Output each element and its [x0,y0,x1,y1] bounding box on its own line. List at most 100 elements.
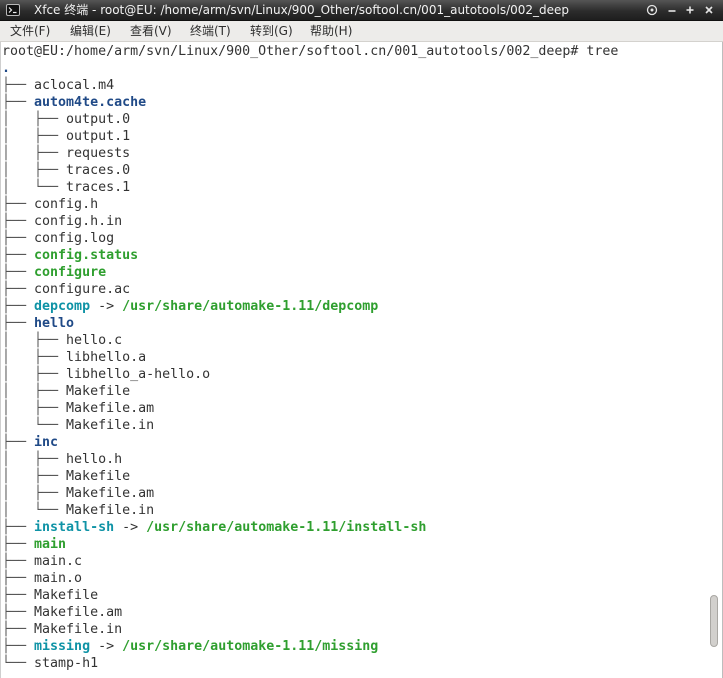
maximize-icon[interactable] [684,4,696,16]
file-entry: Makefile.in [66,503,155,518]
terminal-window: Xfce 终端 - root@EU: /home/arm/svn/Linux/9… [0,0,723,678]
file-entry: config.h.in [34,214,123,229]
executable-entry: main [34,537,67,552]
tree-branch: ├── [2,571,35,586]
window-title: Xfce 终端 - root@EU: /home/arm/svn/Linux/9… [34,3,570,17]
tree-branch: ├── [2,299,35,314]
tree-line: │ ├── output.0 [2,111,618,128]
tree-line: │ └── Makefile.in [2,417,618,434]
file-entry: traces.0 [66,163,131,178]
tree-branch: ├── [2,537,35,552]
tree-branch: │ ├── [2,486,67,501]
tree-line: │ └── traces.1 [2,179,618,196]
command-text: tree [586,44,619,59]
tree-branch: ├── [2,248,35,263]
file-entry: config.h [34,197,99,212]
symlink-arrow: -> [98,299,115,314]
tree-branch: ├── [2,520,35,535]
file-entry: hello.h [66,452,123,467]
symlink-arrow: -> [122,520,139,535]
tree-branch: ├── [2,282,35,297]
file-entry: configure.ac [34,282,131,297]
tree-branch: ├── [2,622,35,637]
tree-line: │ ├── Makefile [2,383,618,400]
scrollbar[interactable] [710,44,718,676]
file-entry: output.0 [66,112,131,127]
tree-line: ├── configure [2,264,618,281]
menu-edit[interactable]: 编辑(E) [70,21,130,41]
tree-line: ├── Makefile.in [2,621,618,638]
file-entry: Makefile [66,384,131,399]
tree-line: ├── config.h.in [2,213,618,230]
tree-branch: ├── [2,95,35,110]
tree-branch: │ ├── [2,333,67,348]
tree-branch: ├── [2,265,35,280]
tree-branch: ├── [2,639,35,654]
close-icon[interactable] [703,4,715,16]
symlink-entry: missing [34,639,91,654]
tree-branch: │ ├── [2,112,67,127]
tree-branch: │ ├── [2,384,67,399]
file-entry: libhello.a [66,350,147,365]
tree-line: │ ├── output.1 [2,128,618,145]
tree-line: ├── config.log [2,230,618,247]
tree-branch: │ ├── [2,163,67,178]
directory-entry: . [2,61,11,76]
symlink-entry: install-sh [34,520,115,535]
menu-view[interactable]: 查看(V) [130,21,190,41]
tree-branch: ├── [2,588,35,603]
tree-line: ├── main.c [2,553,618,570]
tree-line: └── stamp-h1 [2,655,618,672]
minimize-icon[interactable] [666,4,678,16]
tree-line: │ └── Makefile.in [2,502,618,519]
tree-branch: ├── [2,231,35,246]
tree-line: ├── install-sh -> /usr/share/automake-1.… [2,519,618,536]
tree-line: │ ├── traces.0 [2,162,618,179]
tree-line: ├── Makefile.am [2,604,618,621]
tree-branch: │ ├── [2,469,67,484]
tree-line: ├── configure.ac [2,281,618,298]
file-entry: Makefile.in [66,418,155,433]
executable-entry: configure [34,265,107,280]
file-entry: main.o [34,571,83,586]
tree-branch: │ ├── [2,367,67,382]
tree-branch: ├── [2,78,35,93]
tree-branch: ├── [2,214,35,229]
stick-icon[interactable] [646,4,658,16]
tree-branch: ├── [2,316,35,331]
tree-branch: │ ├── [2,146,67,161]
file-entry: traces.1 [66,180,131,195]
file-entry: main.c [34,554,83,569]
tree-branch: │ ├── [2,350,67,365]
symlink-target: /usr/share/automake-1.11/depcomp [122,299,379,314]
tree-line: ├── missing -> /usr/share/automake-1.11/… [2,638,618,655]
tree-line: │ ├── hello.h [2,451,618,468]
title-bar[interactable]: Xfce 终端 - root@EU: /home/arm/svn/Linux/9… [0,0,723,21]
file-entry: Makefile.am [34,605,123,620]
symlink-target: /usr/share/automake-1.11/missing [122,639,379,654]
symlink-entry: depcomp [34,299,91,314]
menu-help[interactable]: 帮助(H) [310,21,370,41]
file-entry: requests [66,146,131,161]
menu-terminal[interactable]: 终端(T) [190,21,250,41]
file-entry: aclocal.m4 [34,78,115,93]
executable-entry: config.status [34,248,139,263]
tree-line: │ ├── hello.c [2,332,618,349]
menu-file[interactable]: 文件(F) [10,21,70,41]
tree-line: │ ├── Makefile [2,468,618,485]
tree-branch: │ └── [2,180,67,195]
tree-line: ├── Makefile [2,587,618,604]
file-entry: hello.c [66,333,123,348]
shell-prompt: root@EU:/home/arm/svn/Linux/900_Other/so… [2,44,579,59]
terminal-icon[interactable] [6,4,20,16]
menu-go[interactable]: 转到(G) [250,21,310,41]
tree-branch: ├── [2,197,35,212]
file-entry: stamp-h1 [34,656,99,671]
symlink-target: /usr/share/automake-1.11/install-sh [146,520,427,535]
terminal-view[interactable]: root@EU:/home/arm/svn/Linux/900_Other/so… [0,42,723,678]
tree-line: ├── depcomp -> /usr/share/automake-1.11/… [2,298,618,315]
file-entry: Makefile.in [34,622,123,637]
file-entry: Makefile.am [66,486,155,501]
tree-line: ├── hello [2,315,618,332]
scrollbar-thumb[interactable] [710,595,718,647]
